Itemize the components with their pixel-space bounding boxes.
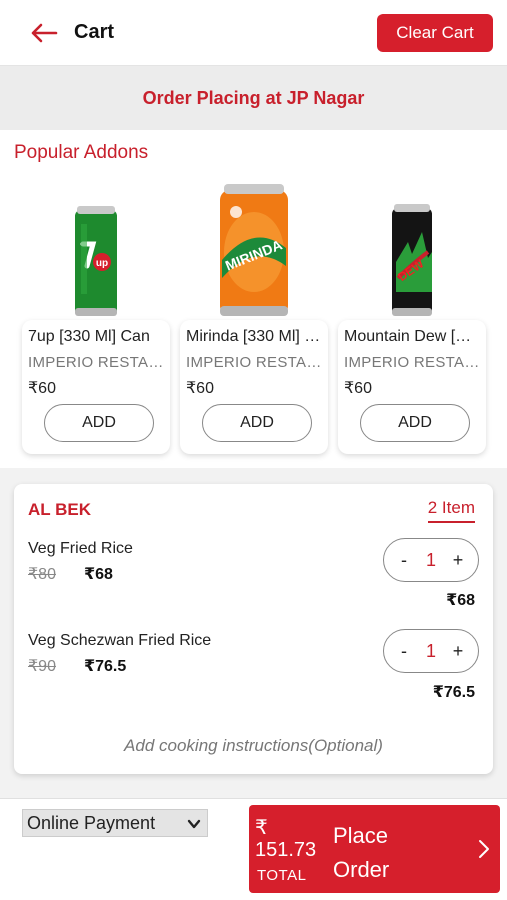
place-order-label: Place Order xyxy=(333,823,390,882)
addon-restaurant: IMPERIO RESTAURANT xyxy=(186,354,322,371)
addon-price: ₹60 xyxy=(28,380,56,397)
addon-info: Mountain Dew [330 Ml] Can IMPERIO RESTAU… xyxy=(338,320,486,454)
addon-info: 7up [330 Ml] Can IMPERIO RESTAURANT ₹60 … xyxy=(22,320,170,454)
payment-method-select[interactable]: Online Payment xyxy=(22,809,208,837)
cart-item-new-price: ₹76.5 xyxy=(84,658,127,675)
addon-name: Mirinda [330 Ml] Can xyxy=(186,328,322,345)
addon-name: 7up [330 Ml] Can xyxy=(28,328,150,345)
cart-item-name: Veg Schezwan Fried Rice xyxy=(28,632,212,649)
decrement-button[interactable]: - xyxy=(396,641,412,662)
addons-title: Popular Addons xyxy=(14,142,149,163)
quantity-value: 1 xyxy=(425,549,436,570)
checkout-bar: Online Payment ₹ 151.73 TOTAL Place Orde… xyxy=(0,798,507,900)
7up-can-image: up xyxy=(22,178,170,320)
arrow-left-icon xyxy=(31,23,58,42)
back-button[interactable] xyxy=(20,9,68,57)
addon-card: MIRINDA Mirinda [330 Ml] Can IMPERIO RES… xyxy=(180,178,328,454)
quantity-stepper: - 1 + xyxy=(383,538,479,582)
total-label: TOTAL xyxy=(257,867,307,884)
order-location-banner: Order Placing at JP Nagar xyxy=(0,66,507,130)
restaurant-name: AL BEK xyxy=(28,500,91,519)
addon-card: up 7up [330 Ml] Can IMPERIO RESTAURANT ₹… xyxy=(22,178,170,454)
cart-item-total: ₹68 xyxy=(446,592,475,609)
item-count[interactable]: 2 Item xyxy=(427,498,475,523)
svg-text:up: up xyxy=(96,258,108,269)
cart-item-name: Veg Fried Rice xyxy=(28,540,133,557)
decrement-button[interactable]: - xyxy=(396,550,412,571)
chevron-down-icon xyxy=(187,819,201,829)
total-amount: 151.73 xyxy=(255,839,317,861)
add-button[interactable]: ADD xyxy=(44,404,154,442)
mirinda-can-image: MIRINDA xyxy=(180,178,328,320)
place-order-button[interactable]: ₹ 151.73 TOTAL Place Order xyxy=(249,805,500,893)
cart-item-total: ₹76.5 xyxy=(432,684,475,701)
increment-button[interactable]: + xyxy=(450,641,466,662)
page-title: Cart xyxy=(74,21,115,43)
payment-method-value: Online Payment xyxy=(27,812,156,833)
addon-card: DEW Mountain Dew [330 Ml] Can IMPERIO RE… xyxy=(338,178,486,454)
chevron-right-icon xyxy=(479,840,489,858)
clear-cart-button[interactable]: Clear Cart xyxy=(377,14,493,52)
order-location-text: Order Placing at JP Nagar xyxy=(142,87,365,108)
restaurant-cart-card: AL BEK 2 Item Veg Fried Rice ₹80 ₹68 - 1… xyxy=(14,484,493,774)
addon-price: ₹60 xyxy=(344,380,372,397)
addon-restaurant: IMPERIO RESTAURANT xyxy=(344,354,480,371)
cart-item-old-price: ₹80 xyxy=(28,566,56,583)
add-button[interactable]: ADD xyxy=(360,404,470,442)
increment-button[interactable]: + xyxy=(450,550,466,571)
quantity-stepper: - 1 + xyxy=(383,629,479,673)
add-button[interactable]: ADD xyxy=(202,404,312,442)
addon-restaurant: IMPERIO RESTAURANT xyxy=(28,354,164,371)
addon-info: Mirinda [330 Ml] Can IMPERIO RESTAURANT … xyxy=(180,320,328,454)
header: Cart Clear Cart xyxy=(0,0,507,66)
quantity-value: 1 xyxy=(425,640,436,661)
cart-item-old-price: ₹90 xyxy=(28,658,56,675)
addon-name: Mountain Dew [330 Ml] Can xyxy=(344,328,480,345)
addon-price: ₹60 xyxy=(186,380,214,397)
cooking-instructions-link[interactable]: Add cooking instructions(Optional) xyxy=(14,736,493,756)
rupee-symbol: ₹ xyxy=(255,817,268,839)
cart-item-new-price: ₹68 xyxy=(84,566,113,583)
mountain-dew-can-image: DEW xyxy=(338,178,486,320)
popular-addons-section: Popular Addons up 7up [330 Ml] Can IMPER… xyxy=(0,130,507,468)
